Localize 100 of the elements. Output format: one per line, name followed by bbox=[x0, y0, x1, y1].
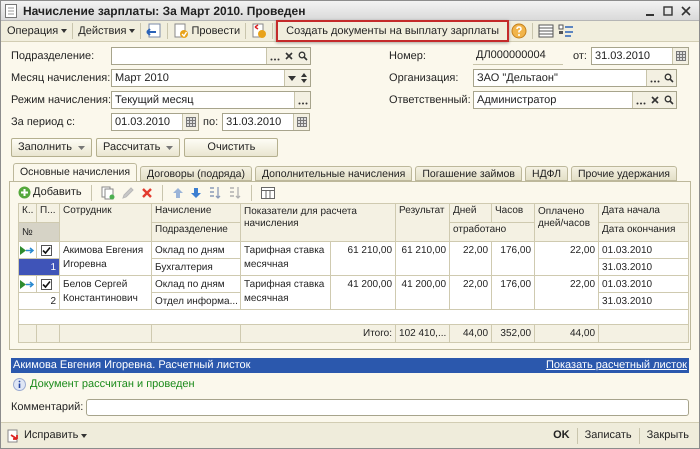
tab[interactable]: Прочие удержания bbox=[570, 166, 677, 181]
column-header[interactable]: Дата начала bbox=[598, 204, 689, 222]
input-field[interactable]: ЗАО "Дельтаон" bbox=[473, 69, 678, 87]
search-icon bbox=[664, 95, 674, 105]
row-checkbox[interactable] bbox=[41, 278, 52, 290]
table-cell: 44,00 bbox=[534, 324, 599, 342]
field-label: по: bbox=[203, 114, 218, 130]
post-button[interactable]: Провести bbox=[171, 22, 242, 40]
action-button[interactable]: Очистить bbox=[184, 138, 278, 157]
add-button[interactable]: Добавить bbox=[18, 184, 82, 201]
form-button[interactable]: Записать bbox=[580, 427, 636, 444]
delete-icon[interactable] bbox=[140, 186, 153, 198]
field-label: Ответственный: bbox=[389, 92, 472, 108]
fix-button[interactable]: Исправить bbox=[7, 427, 88, 444]
clear-icon bbox=[285, 52, 293, 60]
comment-field[interactable] bbox=[86, 398, 689, 416]
table-cell: 01.03.2010 bbox=[598, 276, 689, 292]
search-button[interactable] bbox=[662, 92, 676, 108]
column-header[interactable]: Оплачено дней/часов bbox=[534, 204, 599, 242]
column-header[interactable]: П... bbox=[36, 204, 60, 222]
dots-icon bbox=[298, 102, 308, 105]
list-icon[interactable] bbox=[538, 23, 554, 39]
dropdown-button[interactable] bbox=[284, 70, 298, 86]
spin-button[interactable] bbox=[298, 70, 310, 86]
action-button[interactable]: Заполнить bbox=[11, 138, 92, 157]
spin-icon bbox=[301, 73, 307, 83]
date-field[interactable]: 01.03.2010 bbox=[111, 113, 199, 131]
sort-ascending-icon[interactable] bbox=[208, 186, 222, 200]
calendar-button[interactable] bbox=[672, 48, 688, 64]
menu-button[interactable]: Операция bbox=[5, 22, 70, 40]
column-header[interactable]: Показатели для расчета начисления bbox=[240, 204, 396, 242]
input-field[interactable] bbox=[111, 47, 311, 65]
field-label: За период с: bbox=[11, 114, 76, 130]
caret-icon bbox=[166, 146, 174, 150]
row-number[interactable]: 2 bbox=[18, 292, 60, 310]
table-cell: 352,00 bbox=[492, 324, 535, 342]
choose-button[interactable] bbox=[294, 92, 310, 108]
plus-icon bbox=[18, 186, 31, 199]
column-header[interactable]: Сотрудник bbox=[60, 204, 152, 242]
copy-icon[interactable] bbox=[100, 186, 115, 200]
show-payslip-link[interactable]: Показать расчетный листок bbox=[546, 357, 687, 374]
table-cell: Тарифная ставка месячная bbox=[240, 242, 330, 276]
column-header[interactable]: Часов bbox=[492, 204, 535, 222]
search-button[interactable] bbox=[662, 70, 676, 86]
tab[interactable]: Дополнительные начисления bbox=[254, 166, 412, 181]
table-settings-icon[interactable] bbox=[260, 186, 275, 198]
date-field[interactable]: 31.03.2010 bbox=[222, 113, 310, 131]
tab[interactable]: Договоры (подряда) bbox=[140, 166, 252, 181]
field-label: Подразделение: bbox=[11, 48, 96, 64]
search-icon bbox=[298, 51, 308, 61]
checklist-icon[interactable] bbox=[558, 23, 574, 39]
column-header[interactable]: Дата окончания bbox=[598, 222, 689, 242]
row-number[interactable]: 1 bbox=[18, 258, 60, 276]
column-header[interactable]: Дней bbox=[450, 204, 492, 222]
table-cell: 44,00 bbox=[450, 324, 492, 342]
form-button[interactable]: OK bbox=[549, 427, 574, 444]
table-cell: 61 210,00 bbox=[330, 242, 396, 276]
input-field[interactable]: Текущий месяц bbox=[111, 91, 311, 109]
calendar-button[interactable] bbox=[293, 114, 310, 130]
tab[interactable]: Погашение займов bbox=[415, 166, 522, 181]
column-header[interactable]: Подразделение bbox=[152, 222, 240, 242]
table-cell: 31.03.2010 bbox=[598, 292, 689, 310]
column-header[interactable]: № bbox=[18, 222, 60, 242]
row-checkbox[interactable] bbox=[41, 244, 52, 256]
create-payments-button[interactable]: Создать документы на выплату зарплаты bbox=[276, 20, 510, 42]
menu-button[interactable]: Действия bbox=[76, 22, 138, 40]
column-header[interactable]: Результат bbox=[396, 204, 450, 242]
search-icon bbox=[664, 73, 674, 83]
help-icon[interactable] bbox=[511, 23, 528, 39]
caret-icon bbox=[129, 29, 136, 33]
column-header[interactable]: отработано bbox=[450, 222, 535, 242]
table-cell: 41 200,00 bbox=[330, 276, 396, 310]
input-field[interactable]: Администратор bbox=[473, 91, 678, 109]
table-cell: 41 200,00 bbox=[396, 276, 450, 310]
tab[interactable]: Основные начисления bbox=[13, 163, 138, 181]
document-number: ДЛ000000004 bbox=[473, 47, 564, 65]
date-field[interactable]: 31.03.2010 bbox=[591, 47, 689, 65]
column-header[interactable]: Начисление bbox=[152, 204, 240, 222]
choose-button[interactable] bbox=[646, 70, 662, 86]
tab[interactable]: НДФЛ bbox=[524, 166, 568, 181]
document-icon[interactable] bbox=[251, 23, 268, 39]
table-cell: 176,00 bbox=[492, 276, 535, 310]
info-icon bbox=[13, 378, 26, 390]
caret-icon bbox=[81, 434, 88, 438]
choose-button[interactable] bbox=[632, 92, 648, 108]
table-cell: Белов Сергей Константинович bbox=[60, 276, 152, 310]
action-button[interactable]: Рассчитать bbox=[96, 138, 180, 157]
arrow-down-icon[interactable] bbox=[190, 186, 202, 198]
document-icon bbox=[5, 4, 17, 18]
maximize-icon[interactable] bbox=[663, 6, 673, 16]
input-field[interactable]: Март 2010 bbox=[111, 69, 311, 87]
table-cell: 102 410,... bbox=[396, 324, 450, 342]
column-header[interactable]: К.. bbox=[18, 204, 36, 222]
choose-button[interactable] bbox=[266, 48, 282, 64]
close-icon[interactable] bbox=[681, 6, 691, 16]
form-button[interactable]: Закрыть bbox=[642, 427, 693, 444]
search-button[interactable] bbox=[296, 48, 310, 64]
table-cell: 22,00 bbox=[450, 242, 492, 276]
caret-icon bbox=[78, 146, 86, 150]
calendar-button[interactable] bbox=[182, 114, 198, 130]
